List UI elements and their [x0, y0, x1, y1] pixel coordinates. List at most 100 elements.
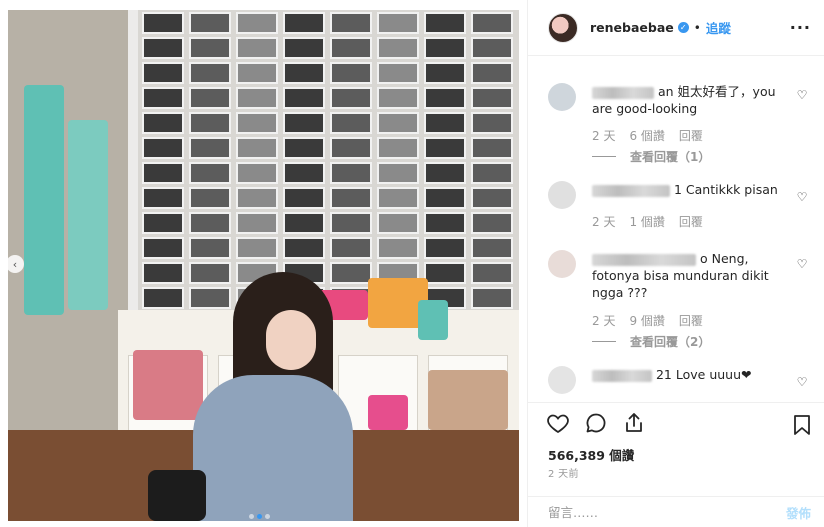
postcard — [377, 87, 419, 109]
comment-reply-button[interactable]: 回覆 — [679, 312, 703, 329]
verified-badge-icon: ✓ — [677, 22, 689, 33]
comment-reply-button[interactable]: 回覆 — [679, 127, 703, 144]
comment-like-icon[interactable]: ♡ — [796, 89, 808, 101]
postcard — [330, 87, 372, 109]
comment-text: 21 Love uuuu❤ — [592, 366, 788, 383]
carousel-dot — [249, 514, 254, 519]
postcard — [142, 162, 184, 184]
postcard — [330, 37, 372, 59]
commenter-avatar[interactable] — [548, 366, 576, 394]
postcard — [142, 12, 184, 34]
postcard — [471, 112, 513, 134]
view-replies-button[interactable]: 查看回覆（1） — [592, 148, 710, 165]
postcard — [142, 237, 184, 259]
replies-line — [592, 156, 616, 157]
action-icons — [546, 411, 646, 435]
postcard — [283, 162, 325, 184]
postcard — [471, 212, 513, 234]
postcard — [283, 62, 325, 84]
postcard — [283, 112, 325, 134]
postcard — [471, 237, 513, 259]
postcard — [189, 12, 231, 34]
postcard — [142, 62, 184, 84]
postcard — [283, 87, 325, 109]
post-timestamp[interactable]: 2 天前 — [548, 465, 579, 480]
postcard — [142, 262, 184, 284]
commenter-avatar[interactable] — [548, 250, 576, 278]
postcard — [283, 137, 325, 159]
comment-icon[interactable] — [584, 411, 608, 435]
comment-body: 1 Cantikkk pisan — [673, 182, 778, 197]
postcard — [236, 137, 278, 159]
likes-count[interactable]: 566,389 個讚 — [548, 445, 634, 464]
photo-image — [8, 10, 519, 521]
postcard — [236, 162, 278, 184]
blurred-username — [592, 86, 654, 99]
commenter-avatar[interactable] — [548, 83, 576, 111]
comment-likes[interactable]: 9 個讚 — [629, 312, 664, 329]
postcard — [471, 87, 513, 109]
postcard — [377, 162, 419, 184]
comment-likes[interactable]: 6 個讚 — [629, 127, 664, 144]
comments-list[interactable]: an 姐太好看了，you are good-looking ♡ 2 天 6 個讚… — [528, 57, 824, 402]
postcard — [142, 137, 184, 159]
blurred-username — [592, 369, 652, 382]
bowls-display — [428, 370, 508, 430]
postcard — [283, 12, 325, 34]
postcard — [189, 237, 231, 259]
comment-like-icon[interactable]: ♡ — [796, 376, 808, 388]
postcard — [471, 37, 513, 59]
comment-input[interactable] — [548, 505, 786, 520]
comment-reply-button[interactable]: 回覆 — [679, 213, 703, 230]
follow-button[interactable]: 追蹤 — [706, 18, 731, 37]
postcard — [236, 87, 278, 109]
postcard — [283, 187, 325, 209]
tea-towel-2 — [68, 120, 108, 310]
pink-cup — [368, 395, 408, 430]
postcard — [189, 87, 231, 109]
comment-like-icon[interactable]: ♡ — [796, 191, 808, 203]
postcard — [377, 137, 419, 159]
product-display — [418, 300, 448, 340]
post-header: renebaebae ✓ • 追蹤 ··· — [528, 0, 824, 56]
comment-like-icon[interactable]: ♡ — [796, 258, 808, 270]
postcard — [424, 112, 466, 134]
commenter-avatar[interactable] — [548, 181, 576, 209]
postcard — [283, 212, 325, 234]
prev-photo-button[interactable]: ‹ — [6, 255, 24, 273]
postcard — [471, 262, 513, 284]
postcard — [189, 287, 231, 309]
postcard — [330, 262, 372, 284]
tea-towel — [24, 85, 64, 315]
postcard — [189, 262, 231, 284]
share-icon[interactable] — [622, 411, 646, 435]
postcard — [471, 162, 513, 184]
replies-line — [592, 341, 616, 342]
postcard — [189, 162, 231, 184]
postcard — [424, 87, 466, 109]
postcard — [142, 37, 184, 59]
postcard — [236, 112, 278, 134]
more-options-icon[interactable]: ··· — [790, 18, 811, 37]
postcard — [189, 37, 231, 59]
postcard — [424, 137, 466, 159]
post-comment-button[interactable]: 發佈 — [786, 503, 811, 522]
postcard — [330, 162, 372, 184]
avatar[interactable] — [548, 12, 578, 43]
postcard — [236, 237, 278, 259]
postcard — [236, 212, 278, 234]
postcard — [236, 62, 278, 84]
postcard — [424, 12, 466, 34]
bookmark-icon[interactable] — [791, 413, 813, 437]
postcard — [471, 137, 513, 159]
postcard — [377, 212, 419, 234]
comment-likes[interactable]: 1 個讚 — [629, 213, 664, 230]
username-link[interactable]: renebaebae — [590, 20, 674, 35]
comment-body: 21 Love uuuu❤ — [655, 367, 752, 382]
postcard — [377, 237, 419, 259]
view-replies-button[interactable]: 查看回覆（2） — [592, 333, 710, 350]
heart-icon[interactable] — [546, 411, 570, 435]
postcard — [189, 137, 231, 159]
postcard — [424, 187, 466, 209]
post-photo[interactable]: ‹ — [0, 0, 527, 527]
